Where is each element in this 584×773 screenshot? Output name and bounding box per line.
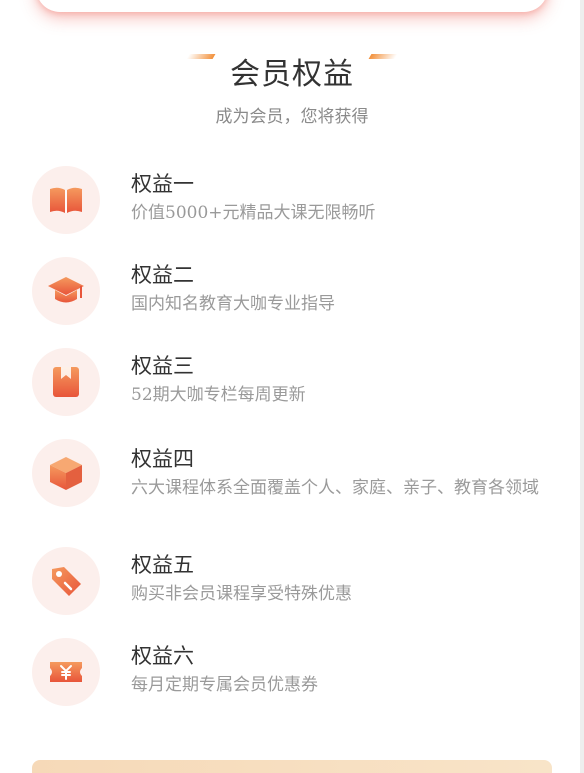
top-card-edge xyxy=(36,0,548,12)
bottom-banner[interactable] xyxy=(32,760,552,773)
page-subtitle: 成为会员，您将获得 xyxy=(215,107,369,127)
benefit-icon-circle xyxy=(32,638,100,706)
benefit-icon-circle xyxy=(32,547,100,615)
member-benefits-page: 会员权益 成为会员，您将获得 权益一 价值5000+元精品大课无限畅听 权益二 … xyxy=(0,0,584,773)
benefit-description: 六大课程体系全面覆盖个人、家庭、亲子、教育各领域 xyxy=(131,478,539,498)
benefit-title: 权益四 xyxy=(131,447,194,471)
benefit-icon-circle xyxy=(32,439,100,507)
benefit-description: 价值5000+元精品大课无限畅听 xyxy=(131,203,376,223)
benefit-icon-circle xyxy=(32,166,100,234)
benefit-icon-circle xyxy=(32,257,100,325)
coupon-icon xyxy=(50,662,82,682)
benefit-description: 购买非会员课程享受特殊优惠 xyxy=(131,584,352,604)
cube-icon xyxy=(50,457,82,490)
benefit-title: 权益六 xyxy=(131,644,194,668)
title-decoration-right xyxy=(368,54,398,59)
benefits-header: 会员权益 成为会员，您将获得 xyxy=(0,50,584,127)
bookmark-book-icon xyxy=(53,367,79,397)
benefit-description: 国内知名教育大咖专业指导 xyxy=(131,294,335,314)
benefit-title: 权益三 xyxy=(131,354,194,378)
graduation-cap-icon xyxy=(48,277,84,303)
page-title: 会员权益 xyxy=(230,57,354,92)
title-decoration-left xyxy=(186,54,216,59)
title-wrap: 会员权益 xyxy=(186,50,398,100)
price-tag-icon xyxy=(52,567,81,596)
benefit-description: 每月定期专属会员优惠券 xyxy=(131,675,318,695)
benefit-title: 权益二 xyxy=(131,263,194,287)
benefit-title: 权益五 xyxy=(131,553,194,577)
book-icon xyxy=(50,187,82,213)
benefit-title: 权益一 xyxy=(131,172,194,196)
benefit-description: 52期大咖专栏每周更新 xyxy=(131,385,306,405)
benefit-icon-circle xyxy=(32,348,100,416)
